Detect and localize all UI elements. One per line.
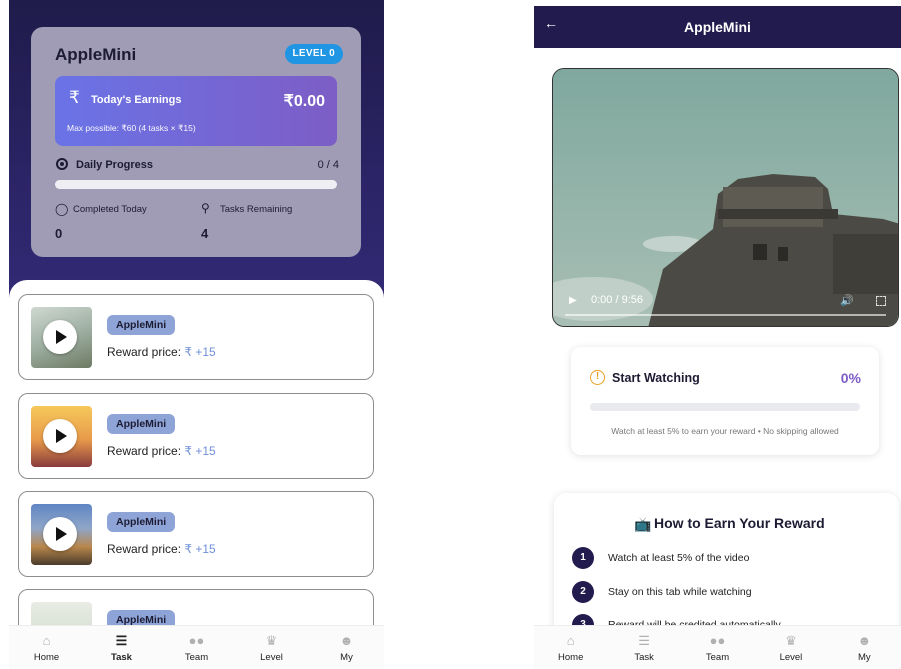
- crown-icon: ♛: [265, 633, 278, 648]
- nav-home[interactable]: ⌂ Home: [9, 626, 84, 669]
- task-card[interactable]: AppleMini: [18, 589, 374, 625]
- team-icon: ●●: [709, 633, 726, 648]
- level-badge: LEVEL 0: [284, 44, 343, 64]
- task-reward: Reward price: ₹ +15: [107, 345, 216, 359]
- task-thumbnail: [31, 307, 92, 368]
- earnings-box: ₹ Today's Earnings ₹0.00 Max possible: ₹…: [55, 76, 337, 146]
- team-icon: ●●: [188, 633, 205, 648]
- user-icon: ☻: [339, 633, 354, 648]
- user-icon: ☻: [857, 633, 872, 648]
- step-number: 2: [572, 581, 594, 603]
- task-tag: AppleMini: [107, 512, 176, 532]
- nav-task[interactable]: ☰ Task: [607, 626, 680, 669]
- completed-today-value: 0: [55, 226, 63, 241]
- rupee-icon: ₹: [69, 88, 80, 107]
- page-title: AppleMini: [684, 19, 751, 35]
- bottom-nav: ⌂ Home ☰ Task ●● Team ♛ Level ☻ My: [534, 625, 901, 669]
- play-icon[interactable]: [43, 419, 77, 453]
- play-icon[interactable]: [43, 320, 77, 354]
- play-icon[interactable]: ▶: [569, 295, 577, 306]
- nav-home[interactable]: ⌂ Home: [534, 626, 607, 669]
- nav-my[interactable]: ☻ My: [828, 626, 901, 669]
- task-tag: AppleMini: [107, 315, 176, 335]
- nav-level[interactable]: ♛ Level: [754, 626, 827, 669]
- task-list: AppleMini Reward price: ₹ +15 AppleMini …: [9, 280, 384, 625]
- nav-team[interactable]: ●● Team: [681, 626, 754, 669]
- task-card[interactable]: AppleMini Reward price: ₹ +15: [18, 294, 374, 380]
- earnings-value: ₹0.00: [283, 93, 325, 110]
- nav-task[interactable]: ☰ Task: [84, 626, 159, 669]
- fullscreen-icon[interactable]: [876, 296, 886, 306]
- video-time: 0:00 / 9:56: [591, 294, 643, 306]
- step-text: Watch at least 5% of the video: [608, 552, 750, 564]
- how-title: How to Earn Your Reward: [654, 515, 825, 531]
- nav-team[interactable]: ●● Team: [159, 626, 234, 669]
- task-reward: Reward price: ₹ +15: [107, 444, 216, 458]
- task-card[interactable]: AppleMini Reward price: ₹ +15: [18, 393, 374, 479]
- daily-progress-count: 0 / 4: [317, 159, 339, 171]
- watch-progress-card: ! Start Watching 0% Watch at least 5% to…: [571, 347, 879, 455]
- tasks-remaining-label: Tasks Remaining: [220, 204, 293, 215]
- nav-level[interactable]: ♛ Level: [234, 626, 309, 669]
- target-icon: [56, 158, 68, 170]
- earnings-subtext: Max possible: ₹60 (4 tasks × ₹15): [67, 123, 196, 133]
- video-screen: ← AppleMini ▶ 0:00 / 9:56 🔊 ! Start Watc…: [534, 0, 901, 669]
- how-to-earn-card: 📺 How to Earn Your Reward 1 Watch at lea…: [554, 493, 899, 643]
- task-list-icon: ☰: [115, 633, 128, 648]
- check-circle-icon: ◯: [55, 202, 69, 216]
- task-thumbnail: [31, 406, 92, 467]
- daily-progress-label: Daily Progress: [76, 159, 154, 171]
- task-list-icon: ☰: [638, 633, 650, 648]
- top-bar: ← AppleMini: [534, 6, 901, 48]
- watch-percent: 0%: [840, 370, 861, 386]
- task-thumbnail: [31, 602, 92, 625]
- home-icon: ⌂: [42, 633, 51, 648]
- video-controls: ▶ 0:00 / 9:56 🔊: [553, 280, 898, 326]
- volume-icon[interactable]: 🔊: [840, 294, 854, 307]
- task-reward: Reward price: ₹ +15: [107, 542, 216, 556]
- earnings-label: Today's Earnings: [91, 94, 182, 106]
- task-tag: AppleMini: [107, 610, 176, 625]
- task-tag: AppleMini: [107, 414, 176, 434]
- watch-title: Start Watching: [612, 371, 700, 385]
- home-icon: ⌂: [566, 633, 575, 648]
- daily-progress-bar: [55, 180, 337, 189]
- watch-note: Watch at least 5% to earn your reward • …: [611, 426, 839, 436]
- task-thumbnail: [31, 504, 92, 565]
- stats-card: AppleMini LEVEL 0 ₹ Today's Earnings ₹0.…: [31, 27, 361, 257]
- task-card[interactable]: AppleMini Reward price: ₹ +15: [18, 491, 374, 577]
- task-screen: AppleMini LEVEL 0 ₹ Today's Earnings ₹0.…: [9, 0, 384, 669]
- tasks-remaining-value: 4: [201, 226, 209, 241]
- bottom-nav: ⌂ Home ☰ Task ●● Team ♛ Level ☻ My: [9, 625, 384, 669]
- watch-progress-bar: [590, 403, 860, 411]
- video-player[interactable]: ▶ 0:00 / 9:56 🔊: [552, 68, 899, 327]
- alert-icon: !: [590, 370, 605, 385]
- video-seek-bar[interactable]: [565, 314, 886, 316]
- app-title: AppleMini: [55, 45, 137, 64]
- step-text: Stay on this tab while watching: [608, 586, 752, 598]
- trophy-icon: ⚲: [201, 201, 210, 215]
- play-icon[interactable]: [43, 517, 77, 551]
- nav-my[interactable]: ☻ My: [309, 626, 384, 669]
- step-number: 1: [572, 547, 594, 569]
- tv-icon: 📺: [634, 516, 652, 532]
- completed-today-label: Completed Today: [73, 204, 147, 215]
- task-header: AppleMini LEVEL 0 ₹ Today's Earnings ₹0.…: [9, 0, 384, 300]
- crown-icon: ♛: [785, 633, 797, 648]
